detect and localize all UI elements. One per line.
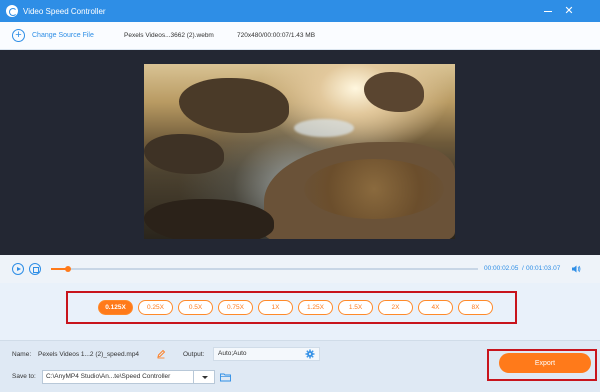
plus-circle-icon: + <box>12 29 25 42</box>
speed-panel: 0.125X 0.25X 0.5X 0.75X 1X 1.25X 1.5X 2X 4X 8X <box>0 283 600 340</box>
output-name-value: Pexels Videos 1...2 (2)_speed.mp4 <box>38 351 140 358</box>
export-button[interactable]: Export <box>499 353 591 373</box>
video-rock <box>144 199 274 239</box>
close-button[interactable]: ✕ <box>562 4 576 18</box>
speed-option-1-25x[interactable]: 1.25X <box>298 300 333 315</box>
save-path-dropdown[interactable] <box>193 370 215 384</box>
speed-option-0-25x[interactable]: 0.25X <box>138 300 173 315</box>
video-rock <box>144 134 224 174</box>
window-title: Video Speed Controller <box>23 6 106 16</box>
speed-options-highlight: 0.125X 0.25X 0.5X 0.75X 1X 1.25X 1.5X 2X 4X 8X <box>66 291 517 324</box>
speed-option-4x[interactable]: 4X <box>418 300 453 315</box>
progress-thumb[interactable] <box>65 266 72 272</box>
speed-option-0-75x[interactable]: 0.75X <box>218 300 253 315</box>
gear-icon[interactable] <box>305 349 315 359</box>
speed-option-1x[interactable]: 1X <box>258 300 293 315</box>
pencil-icon[interactable] <box>156 349 166 359</box>
minimize-button[interactable] <box>541 4 555 18</box>
toolbar: + Change Source File Pexels Videos...366… <box>0 22 600 50</box>
minimize-icon <box>544 10 552 12</box>
folder-icon[interactable] <box>220 372 231 382</box>
change-source-label: Change Source File <box>32 32 94 39</box>
video-preview-area <box>0 50 600 255</box>
play-button[interactable] <box>12 263 24 275</box>
speed-option-0-125x[interactable]: 0.125X <box>98 300 133 315</box>
progress-bar[interactable] <box>51 266 478 272</box>
app-logo-icon <box>6 5 18 17</box>
stop-button[interactable] <box>29 263 41 275</box>
source-file-info: 720x480/00:00:07/1.43 MB <box>237 32 316 39</box>
current-time: 00:00:02.05 <box>484 265 519 272</box>
total-time: 00:01:03.07 <box>526 265 561 272</box>
time-separator: / <box>522 265 524 272</box>
name-label: Name: <box>12 351 32 358</box>
video-rock <box>179 78 289 133</box>
change-source-button[interactable]: + Change Source File <box>12 29 94 42</box>
video-frame[interactable] <box>144 64 455 239</box>
output-label: Output: <box>183 351 205 358</box>
playback-controls: 00:00:02.05 / 00:01:03.07 <box>0 255 600 283</box>
close-icon: ✕ <box>564 5 574 17</box>
output-format-field[interactable]: Auto;Auto <box>213 347 320 361</box>
speed-option-0-5x[interactable]: 0.5X <box>178 300 213 315</box>
video-moss <box>304 159 444 219</box>
video-water <box>294 119 354 137</box>
save-to-label: Save to: <box>12 373 36 380</box>
speed-option-2x[interactable]: 2X <box>378 300 413 315</box>
source-file-name: Pexels Videos...3662 (2).webm <box>124 32 214 39</box>
volume-icon[interactable] <box>571 264 581 274</box>
speed-option-8x[interactable]: 8X <box>458 300 493 315</box>
speed-option-1-5x[interactable]: 1.5X <box>338 300 373 315</box>
title-bar: Video Speed Controller ✕ <box>0 0 600 22</box>
video-rock <box>364 72 424 112</box>
save-path-field[interactable]: C:\AnyMP4 Studio\An...te\Speed Controlle… <box>42 370 215 384</box>
